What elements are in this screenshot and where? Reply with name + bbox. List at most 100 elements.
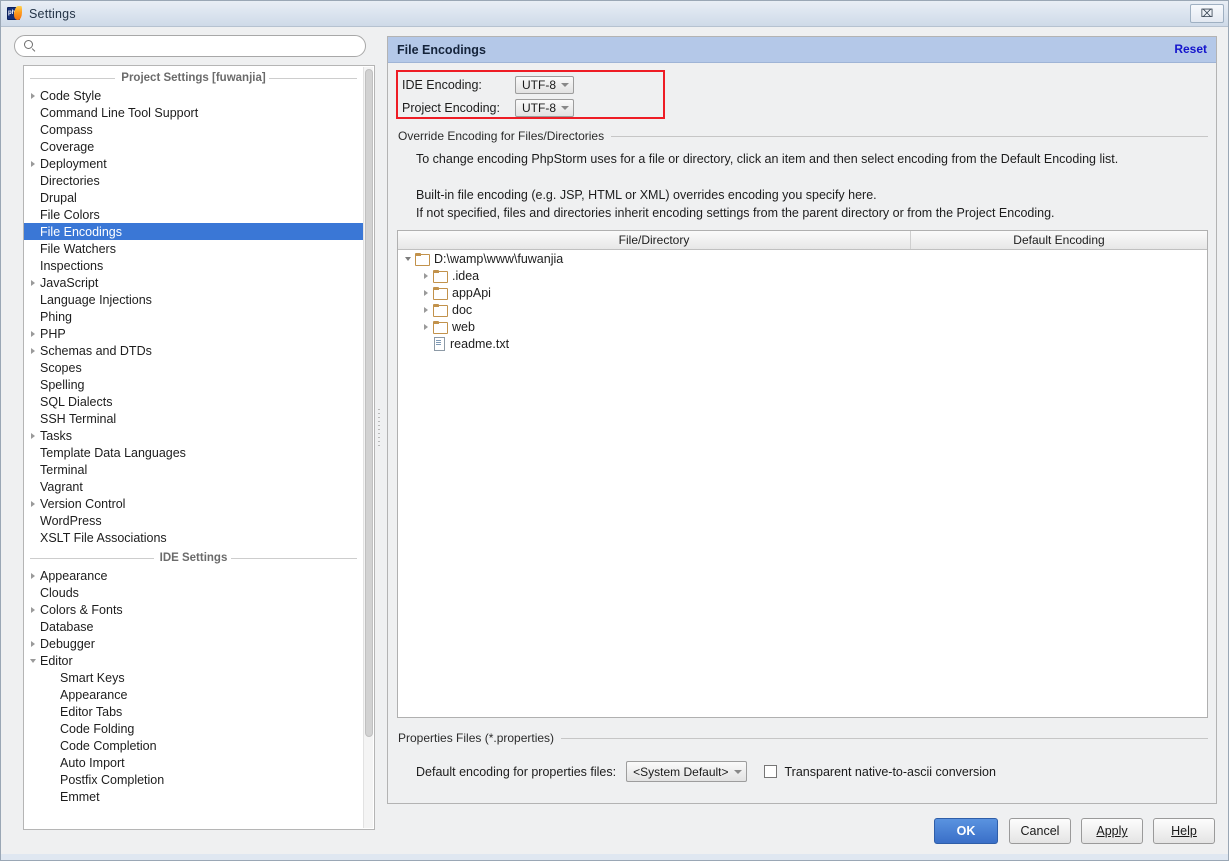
sidebar-item-editor[interactable]: Editor [24, 652, 363, 669]
sidebar-item-code-style[interactable]: Code Style [24, 87, 363, 104]
reset-link[interactable]: Reset [1174, 42, 1207, 56]
chevron-right-icon[interactable] [26, 640, 40, 647]
sidebar-item-deployment[interactable]: Deployment [24, 155, 363, 172]
sidebar-item-coverage[interactable]: Coverage [24, 138, 363, 155]
sidebar-item-inspections[interactable]: Inspections [24, 257, 363, 274]
chevron-down-icon[interactable] [401, 256, 415, 261]
sidebar-item-label: Phing [40, 309, 72, 324]
search-box[interactable] [14, 35, 366, 57]
sidebar-item-editor-tabs[interactable]: Editor Tabs [24, 703, 363, 720]
sidebar-item-compass[interactable]: Compass [24, 121, 363, 138]
transparent-conversion-checkbox[interactable] [763, 765, 777, 778]
sidebar-item-smart-keys[interactable]: Smart Keys [24, 669, 363, 686]
chevron-right-icon[interactable] [26, 500, 40, 507]
sidebar-item-scopes[interactable]: Scopes [24, 359, 363, 376]
chevron-right-icon[interactable] [26, 572, 40, 579]
apply-button[interactable]: Apply [1081, 818, 1143, 844]
sidebar-item-terminal[interactable]: Terminal [24, 461, 363, 478]
sidebar-item-code-completion[interactable]: Code Completion [24, 737, 363, 754]
sidebar-item-drupal[interactable]: Drupal [24, 189, 363, 206]
sidebar-item-file-watchers[interactable]: File Watchers [24, 240, 363, 257]
sidebar-item-tasks[interactable]: Tasks [24, 427, 363, 444]
properties-encoding-select[interactable]: <System Default> [626, 761, 747, 782]
sidebar-scrollbar-track[interactable] [363, 67, 373, 828]
sidebar-item-appearance[interactable]: Appearance [24, 686, 363, 703]
chevron-down-icon [561, 83, 569, 87]
chevron-right-icon[interactable] [419, 289, 433, 296]
project-encoding-select[interactable]: UTF-8 [515, 99, 574, 117]
sidebar-item-postfix-completion[interactable]: Postfix Completion [24, 771, 363, 788]
sidebar-item-label: Database [40, 619, 94, 634]
chevron-right-icon[interactable] [26, 279, 40, 286]
sidebar-item-language-injections[interactable]: Language Injections [24, 291, 363, 308]
column-header-default-encoding[interactable]: Default Encoding [911, 231, 1207, 249]
chevron-right-icon[interactable] [26, 330, 40, 337]
sidebar-item-auto-import[interactable]: Auto Import [24, 754, 363, 771]
sidebar-item-ssh-terminal[interactable]: SSH Terminal [24, 410, 363, 427]
transparent-conversion-row[interactable]: Transparent native-to-ascii conversion [763, 765, 996, 779]
sidebar-item-command-line-tool-support[interactable]: Command Line Tool Support [24, 104, 363, 121]
sidebar-item-template-data-languages[interactable]: Template Data Languages [24, 444, 363, 461]
ide-encoding-select[interactable]: UTF-8 [515, 76, 574, 94]
sidebar-item-directories[interactable]: Directories [24, 172, 363, 189]
sidebar-item-label: Debugger [40, 636, 95, 651]
file-name: readme.txt [450, 336, 510, 351]
sidebar-item-file-encodings[interactable]: File Encodings [24, 223, 363, 240]
search-input[interactable] [41, 38, 357, 55]
table-row[interactable]: doc [398, 301, 1207, 318]
chevron-right-icon[interactable] [26, 92, 40, 99]
chevron-right-icon[interactable] [419, 306, 433, 313]
table-row[interactable]: readme.txt [398, 335, 1207, 352]
chevron-right-icon[interactable] [419, 272, 433, 279]
column-header-file-directory[interactable]: File/Directory [398, 231, 911, 249]
sidebar-item-phing[interactable]: Phing [24, 308, 363, 325]
sidebar-item-schemas-and-dtds[interactable]: Schemas and DTDs [24, 342, 363, 359]
table-row[interactable]: D:\wamp\www\fuwanjia [398, 250, 1207, 267]
sidebar-item-clouds[interactable]: Clouds [24, 584, 363, 601]
sidebar-scrollbar-thumb[interactable] [365, 69, 373, 737]
chevron-right-icon[interactable] [419, 323, 433, 330]
sidebar-item-database[interactable]: Database [24, 618, 363, 635]
sidebar-item-javascript[interactable]: JavaScript [24, 274, 363, 291]
sidebar-item-label: SQL Dialects [40, 394, 113, 409]
help-button[interactable]: Help [1153, 818, 1215, 844]
settings-tree[interactable]: Project Settings [fuwanjia] Code Style Com… [23, 65, 375, 830]
sidebar-item-label: Auto Import [60, 755, 125, 770]
sidebar-item-xslt-file-associations[interactable]: XSLT File Associations [24, 529, 363, 546]
ide-encoding-row: IDE Encoding: UTF-8 [402, 76, 574, 94]
cancel-button[interactable]: Cancel [1009, 818, 1071, 844]
sidebar-item-emmet[interactable]: Emmet [24, 788, 363, 805]
sidebar-item-label: Colors & Fonts [40, 602, 123, 617]
description-line-3: If not specified, files and directories … [416, 206, 1055, 220]
ok-button[interactable]: OK [934, 818, 998, 844]
properties-default-label: Default encoding for properties files: [416, 764, 617, 779]
title-bar: php Settings ⌧ [1, 1, 1228, 27]
sidebar-item-code-folding[interactable]: Code Folding [24, 720, 363, 737]
chevron-right-icon[interactable] [26, 432, 40, 439]
sidebar-item-appearance[interactable]: Appearance [24, 567, 363, 584]
table-row[interactable]: .idea [398, 267, 1207, 284]
panel-splitter[interactable] [375, 35, 383, 805]
sidebar-item-vagrant[interactable]: Vagrant [24, 478, 363, 495]
table-row[interactable]: appApi [398, 284, 1207, 301]
chevron-right-icon[interactable] [26, 347, 40, 354]
sidebar-item-spelling[interactable]: Spelling [24, 376, 363, 393]
chevron-right-icon[interactable] [26, 606, 40, 613]
chevron-down-icon[interactable] [26, 658, 40, 663]
file-directory-table[interactable]: File/Directory Default Encoding D:\wamp\… [397, 230, 1208, 718]
sidebar-item-version-control[interactable]: Version Control [24, 495, 363, 512]
description-line-2: Built-in file encoding (e.g. JSP, HTML o… [416, 188, 877, 202]
close-icon[interactable]: ⌧ [1190, 4, 1224, 23]
sidebar-item-sql-dialects[interactable]: SQL Dialects [24, 393, 363, 410]
chevron-right-icon[interactable] [26, 160, 40, 167]
sidebar-item-file-colors[interactable]: File Colors [24, 206, 363, 223]
sidebar-item-colors-fonts[interactable]: Colors & Fonts [24, 601, 363, 618]
sidebar-item-label: Template Data Languages [40, 445, 186, 460]
sidebar-item-wordpress[interactable]: WordPress [24, 512, 363, 529]
sidebar-item-php[interactable]: PHP [24, 325, 363, 342]
properties-default-row: Default encoding for properties files: <… [416, 761, 996, 782]
sidebar-item-debugger[interactable]: Debugger [24, 635, 363, 652]
table-row[interactable]: web [398, 318, 1207, 335]
chevron-down-icon [561, 106, 569, 110]
sidebar-item-label: Postfix Completion [60, 772, 165, 787]
